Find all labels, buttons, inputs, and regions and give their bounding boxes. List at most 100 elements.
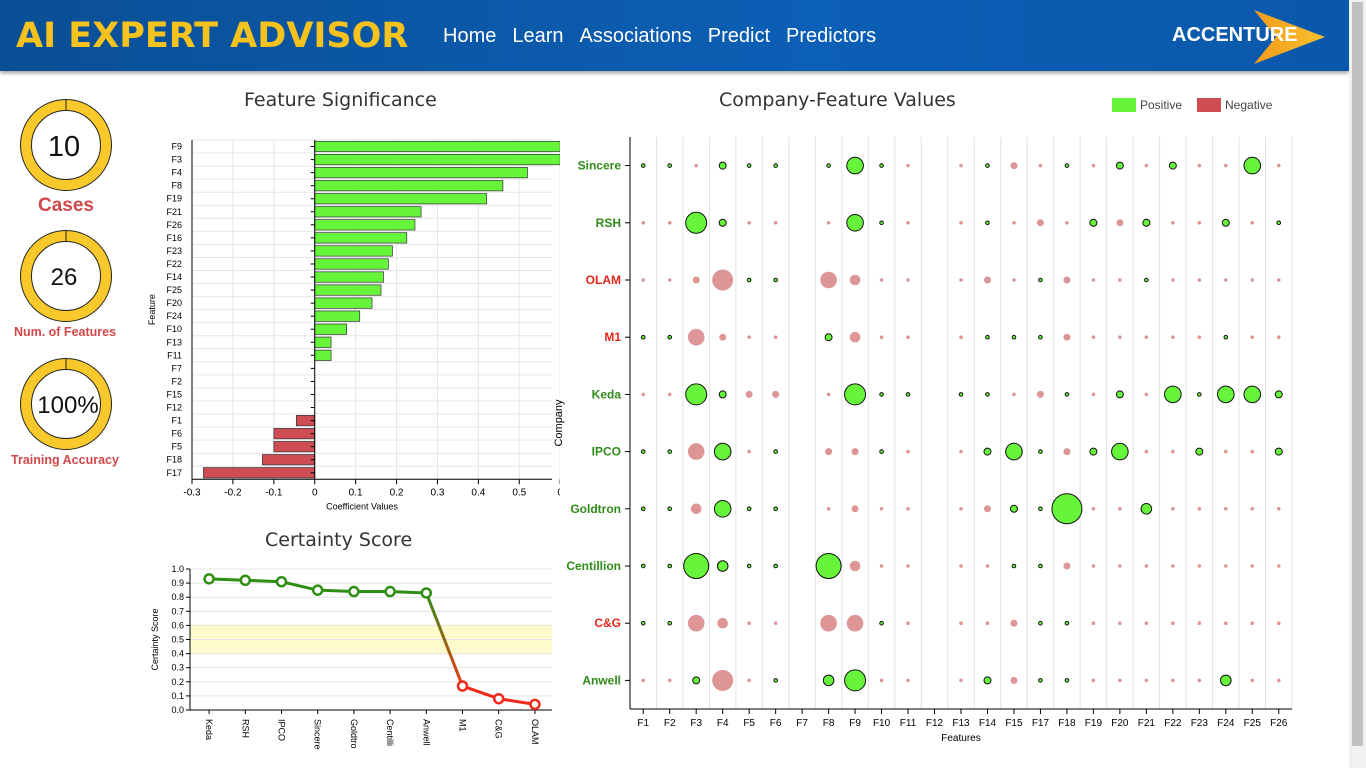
bubble (879, 392, 884, 397)
bubble (1276, 507, 1281, 511)
bubble (1010, 619, 1018, 627)
bubble (983, 276, 991, 284)
bubble (713, 442, 732, 461)
bubble (1197, 507, 1202, 511)
bubble (1144, 335, 1149, 339)
bubble (1250, 335, 1255, 339)
page-scrollbar[interactable] (1349, 0, 1366, 768)
y-tick-label: F7 (171, 363, 182, 373)
bubble (1243, 156, 1262, 175)
bubble (640, 163, 646, 168)
bubble (985, 220, 990, 226)
bubble (747, 449, 751, 454)
kpi-features: 26 Num. of Features (0, 229, 130, 339)
bubble (1091, 507, 1096, 511)
bubble (718, 161, 727, 170)
bubble (712, 269, 734, 291)
y-tick-label: F6 (171, 429, 182, 439)
bubble (773, 163, 778, 168)
bubble (906, 335, 910, 339)
y-tick-label: F19 (166, 194, 182, 204)
bubble (820, 271, 837, 289)
bubble (1140, 503, 1153, 515)
x-tick-label: F12 (926, 718, 944, 729)
y-tick-label: 0.7 (171, 606, 184, 616)
bubble (1064, 678, 1070, 683)
nav-learn[interactable]: Learn (512, 25, 563, 48)
nav-predictors[interactable]: Predictors (786, 25, 876, 48)
bubble (1011, 563, 1017, 569)
bar-F9 (314, 140, 560, 153)
bubble (1111, 442, 1129, 461)
x-tick-label: F11 (900, 718, 917, 729)
y-tick-label: 0.2 (171, 677, 184, 687)
bubble (1144, 163, 1149, 168)
x-tick-label: F2 (664, 718, 676, 729)
bubble (640, 620, 646, 626)
y-tick-label: F17 (166, 468, 182, 478)
accuracy-label: Training Accuracy (11, 453, 119, 467)
bubble (1064, 620, 1070, 626)
x-tick-label: F21 (1138, 718, 1156, 729)
bubble (1197, 678, 1202, 683)
y-axis-title: Company (553, 399, 565, 447)
nav-home[interactable]: Home (443, 25, 496, 48)
bubble (959, 507, 963, 511)
bubble (906, 449, 910, 454)
bubble (1115, 161, 1124, 170)
bubble (1118, 621, 1122, 625)
kpi-cases: 10 Cases (0, 99, 130, 217)
scrollbar-thumb[interactable] (1352, 2, 1363, 746)
bubble (906, 163, 910, 168)
bubble (849, 274, 861, 286)
bubble (849, 560, 861, 572)
nav-predict[interactable]: Predict (708, 25, 770, 48)
bubble (1243, 385, 1262, 404)
bubble (773, 449, 778, 454)
bubble (1224, 507, 1228, 511)
bubble (1144, 621, 1149, 625)
y-tick-label: F11 (167, 350, 182, 360)
bubble (1091, 335, 1096, 339)
bubble (846, 614, 864, 632)
y-tick-label: F2 (171, 376, 182, 386)
bubble (1224, 163, 1228, 168)
bar-F8 (314, 180, 504, 192)
top-navigation-bar: AI EXPERT ADVISOR Home Learn Association… (0, 0, 1349, 71)
x-tick-label: F4 (717, 718, 729, 729)
bubble (667, 334, 673, 340)
bubble (667, 449, 673, 454)
bubble (1091, 278, 1096, 282)
bar-F16 (314, 232, 408, 244)
bubble (667, 506, 673, 512)
score-point-Anwell (420, 587, 433, 599)
bubble (1142, 218, 1151, 227)
accuracy-value: 100% (37, 392, 98, 419)
bubble (1091, 163, 1096, 168)
bubble (1276, 163, 1281, 168)
y-tick-label: F15 (166, 389, 182, 399)
bubble (1091, 392, 1096, 397)
bar-F22 (314, 258, 389, 270)
y-tick-label: F4 (171, 168, 182, 178)
nav-associations[interactable]: Associations (580, 25, 692, 48)
x-tick-label: F3 (690, 718, 702, 729)
bubble (906, 507, 910, 511)
bubble (822, 674, 835, 687)
bar-F4 (314, 167, 528, 179)
bubble (1038, 277, 1043, 283)
bar-F6 (273, 428, 316, 440)
x-tick-label: F20 (1111, 718, 1129, 729)
x-tick-label: 0.5 (512, 487, 526, 498)
bar-F17 (203, 467, 316, 479)
bubble (879, 620, 884, 626)
bubble (685, 383, 708, 406)
x-tick-label: M1 (458, 719, 468, 732)
main-nav: Home Learn Associations Predict Predicto… (443, 25, 876, 48)
bubble (1118, 564, 1122, 568)
legend-negative-swatch (1197, 98, 1221, 112)
bubble (1118, 507, 1122, 511)
y-tick-label: F12 (166, 403, 182, 413)
app-title: AI EXPERT ADVISOR (16, 16, 409, 56)
bubble (1224, 564, 1228, 568)
